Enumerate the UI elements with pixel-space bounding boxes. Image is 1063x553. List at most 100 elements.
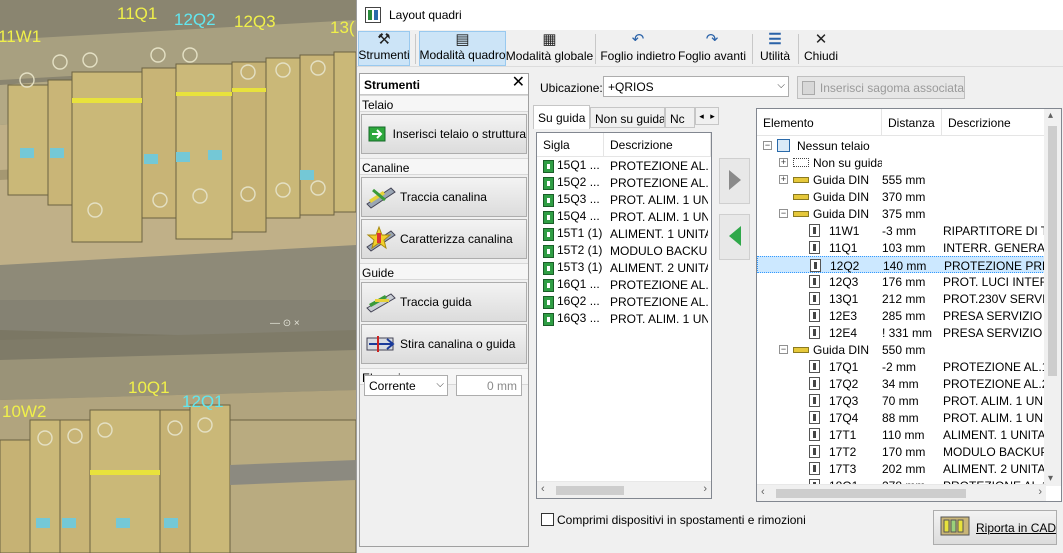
- scroll-left-icon[interactable]: ‹: [761, 486, 765, 498]
- tree-node[interactable]: 11W1 -3 mm RIPARTITORE DI TE: [757, 222, 1045, 239]
- tree-node[interactable]: Guida DIN 370 mm: [757, 188, 1045, 205]
- list-item[interactable]: 16Q2 ... PROTEZIONE AL.2.: [537, 293, 711, 310]
- tree-node-distanza: 140 mm: [883, 259, 927, 273]
- move-left-button[interactable]: [719, 214, 750, 260]
- tree-node[interactable]: 12Q3 176 mm PROT. LUCI INTERN: [757, 273, 1045, 290]
- tree-node-name: 12Q2: [830, 259, 860, 273]
- scroll-thumb[interactable]: [1048, 126, 1057, 376]
- tree-node[interactable]: 17T3 202 mm ALIMENT. 2 UNITA': [757, 460, 1045, 477]
- modalita-globale-button[interactable]: ▦ Modalità globale: [506, 31, 593, 66]
- devices-list-body: 15Q1 ... PROTEZIONE AL.1. 15Q2 ... PROTEZIO…: [537, 157, 711, 327]
- list-item[interactable]: 15Q4 ... PROT. ALIM. 1 UNI.: [537, 208, 711, 225]
- foglio-indietro-button[interactable]: ↶ Foglio indietro: [600, 31, 675, 66]
- collapse-icon[interactable]: −: [779, 209, 788, 218]
- scroll-right-icon[interactable]: ›: [1038, 486, 1042, 498]
- collapse-icon[interactable]: −: [763, 141, 772, 150]
- inserisci-telaio-button[interactable]: Inserisci telaio o struttura: [361, 114, 527, 154]
- tab-scroll-right-icon[interactable]: ▸: [710, 111, 715, 122]
- tree-node-distanza: 555 mm: [882, 173, 926, 187]
- col-descrizione[interactable]: Descrizione: [604, 133, 711, 156]
- scroll-left-icon[interactable]: ‹: [541, 483, 545, 495]
- comprimi-checkbox[interactable]: [541, 513, 554, 526]
- list-item[interactable]: 16Q1 ... PROTEZIONE AL.1.: [537, 276, 711, 293]
- tree-node[interactable]: 12E4 ! 331 mm PRESA SERVIZIO 2: [757, 324, 1045, 341]
- sigla-text: 15Q4 ...: [557, 209, 600, 224]
- stira-canalina-button[interactable]: Stira canalina o guida: [361, 324, 527, 364]
- tree-node[interactable]: − Guida DIN 375 mm: [757, 205, 1045, 222]
- caratterizza-canalina-button[interactable]: Caratterizza canalina: [361, 219, 527, 259]
- traccia-canalina-button[interactable]: Traccia canalina: [361, 177, 527, 217]
- cad-viewport[interactable]: — ⊙ × 11Q1 12Q2 12Q3 13( 11W1 10Q1 12Q1 …: [0, 0, 356, 553]
- col-distanza[interactable]: Distanza: [882, 109, 942, 135]
- tools-panel-close-icon[interactable]: ✕: [512, 75, 525, 91]
- cad-label-12q3: 12Q3: [234, 12, 276, 31]
- tree-node[interactable]: + Guida DIN 555 mm: [757, 171, 1045, 188]
- scroll-thumb[interactable]: [776, 489, 966, 498]
- tree-node[interactable]: − Guida DIN 550 mm: [757, 341, 1045, 358]
- layout-tree-vscroll[interactable]: ▴ ▾: [1044, 109, 1061, 486]
- elevazione-mode-select[interactable]: Corrente ⌵: [364, 375, 448, 396]
- title-bar[interactable]: Layout quadri: [357, 0, 1063, 30]
- col-elemento[interactable]: Elemento: [757, 109, 882, 135]
- list-item[interactable]: 15Q1 ... PROTEZIONE AL.1.: [537, 157, 711, 174]
- list-item[interactable]: 15T3 (1) ALIMENT. 2 UNITA': [537, 259, 711, 276]
- tree-node[interactable]: 17Q1 -2 mm PROTEZIONE AL.1/: [757, 358, 1045, 375]
- riporta-in-cad-button[interactable]: Riporta in CAD: [933, 510, 1057, 545]
- devices-list-hscroll[interactable]: ‹ ›: [537, 481, 711, 498]
- scroll-down-icon[interactable]: ▾: [1048, 473, 1053, 484]
- tree-node[interactable]: + Non su guida: [757, 154, 1045, 171]
- list-item-sigla: 15Q3 ...: [537, 192, 604, 207]
- list-item[interactable]: 16Q3 ... PROT. ALIM. 1 UNI.: [537, 310, 711, 327]
- tree-node-name: Non su guida: [813, 156, 882, 170]
- list-item[interactable]: 15T2 (1) MODULO BACKUP .: [537, 242, 711, 259]
- device-icon: [543, 278, 554, 292]
- scroll-thumb[interactable]: [556, 486, 624, 495]
- strumenti-button[interactable]: ⚒ Strumenti: [358, 31, 410, 66]
- tree-node-descrizione: PROTEZIONE PRES: [944, 259, 1046, 273]
- list-item-descrizione: PROT. ALIM. 1 UNI.: [610, 192, 708, 207]
- scroll-right-icon[interactable]: ›: [703, 483, 707, 495]
- tree-node[interactable]: 17T2 170 mm MODULO BACKUP U: [757, 443, 1045, 460]
- utilita-button[interactable]: ☰ Utilità: [757, 31, 793, 66]
- list-item[interactable]: 15T1 (1) ALIMENT. 1 UNITA': [537, 225, 711, 242]
- device-icon: [809, 411, 820, 425]
- foglio-avanti-button[interactable]: ↷ Foglio avanti: [678, 31, 746, 66]
- tab-su-guida[interactable]: Su guida: [533, 105, 590, 129]
- device-icon: [543, 210, 554, 224]
- list-item-descrizione: PROTEZIONE AL.1.: [610, 158, 708, 173]
- tab-scroll-left-icon[interactable]: ◂: [699, 111, 704, 122]
- tab-non-su-guida[interactable]: Non su guida: [590, 107, 665, 128]
- list-item[interactable]: 15Q2 ... PROTEZIONE AL.2.: [537, 174, 711, 191]
- tree-node[interactable]: 17Q3 70 mm PROT. ALIM. 1 UNIT: [757, 392, 1045, 409]
- tab-nc[interactable]: Nc: [665, 107, 695, 128]
- col-descrizione-tree[interactable]: Descrizione: [942, 109, 1046, 135]
- tree-node[interactable]: 12E3 285 mm PRESA SERVIZIO 1: [757, 307, 1045, 324]
- expand-icon[interactable]: +: [779, 158, 788, 167]
- list-item[interactable]: 15Q3 ... PROT. ALIM. 1 UNI.: [537, 191, 711, 208]
- tree-node-distanza: 202 mm: [882, 462, 926, 476]
- tree-node-name: Nessun telaio: [797, 139, 870, 153]
- modalita-quadro-button[interactable]: ▤ Modalità quadro: [419, 31, 506, 66]
- tree-node[interactable]: 12Q2 140 mm PROTEZIONE PRES: [757, 256, 1046, 273]
- layout-tree-hscroll[interactable]: ‹ ›: [757, 484, 1046, 501]
- tree-node[interactable]: 11Q1 103 mm INTERR. GENERALE: [757, 239, 1045, 256]
- tab-scroll-buttons[interactable]: ◂ ▸: [695, 107, 719, 125]
- device-icon: [809, 360, 820, 374]
- move-right-button[interactable]: [719, 158, 750, 204]
- traccia-guida-button[interactable]: Traccia guida: [361, 282, 527, 322]
- tree-node[interactable]: 17Q2 34 mm PROTEZIONE AL.2/: [757, 375, 1045, 392]
- tree-node[interactable]: 13Q1 212 mm PROT.230V SERVIZ: [757, 290, 1045, 307]
- tree-node[interactable]: − Nessun telaio: [757, 137, 1045, 154]
- collapse-icon[interactable]: −: [779, 345, 788, 354]
- elevazione-value-input[interactable]: 0 mm: [456, 375, 522, 396]
- expand-icon[interactable]: +: [779, 175, 788, 184]
- col-sigla[interactable]: Sigla: [537, 133, 604, 156]
- tree-node[interactable]: 17Q4 88 mm PROT. ALIM. 1 UNIT: [757, 409, 1045, 426]
- ubicazione-select[interactable]: +QRIOS ⌵: [603, 76, 789, 97]
- chiudi-button[interactable]: ✕ Chiudi: [803, 31, 839, 66]
- elevazione-value: 0 mm: [487, 379, 517, 393]
- tree-node[interactable]: 17T1 110 mm ALIMENT. 1 UNITA': [757, 426, 1045, 443]
- tools-icon: ⚒: [377, 31, 391, 48]
- scroll-up-icon[interactable]: ▴: [1048, 110, 1053, 121]
- inserisci-sagoma-button[interactable]: Inserisci sagoma associata: [797, 76, 965, 99]
